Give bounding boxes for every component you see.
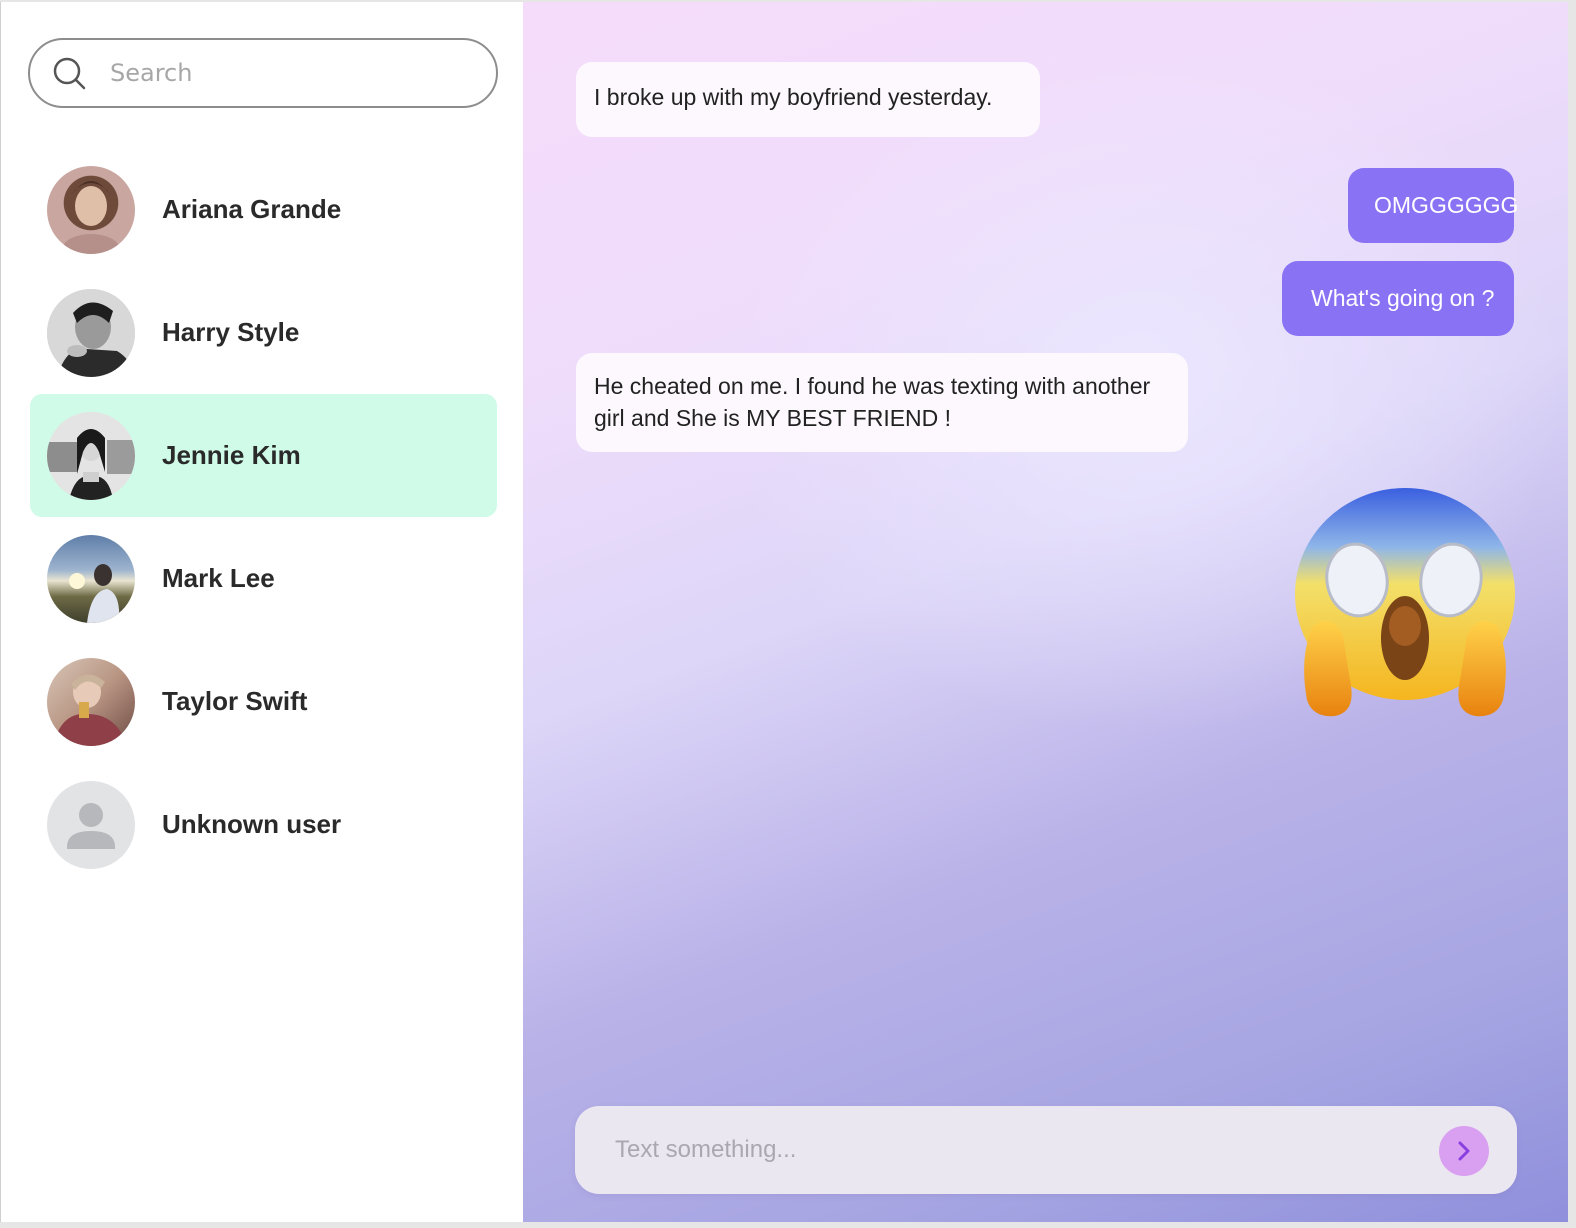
- avatar: [47, 411, 135, 500]
- send-button[interactable]: [1439, 1126, 1489, 1176]
- contact-item-unknown-user[interactable]: Unknown user: [30, 763, 497, 886]
- avatar: [47, 165, 135, 254]
- incoming-message: He cheated on me. I found he was texting…: [576, 353, 1188, 452]
- contact-name: Unknown user: [162, 809, 342, 839]
- contact-name: Jennie Kim: [162, 440, 301, 470]
- avatar: [47, 534, 135, 623]
- contact-item-taylor-swift[interactable]: Taylor Swift: [30, 640, 497, 763]
- outgoing-message: OMGGGGGG: [1348, 168, 1518, 243]
- avatar: [47, 780, 135, 869]
- search-bar: [28, 38, 498, 108]
- contact-name: Harry Style: [162, 317, 300, 347]
- contact-name: Ariana Grande: [162, 194, 342, 224]
- avatar: [47, 288, 135, 377]
- incoming-message: I broke up with my boyfriend yesterday.: [576, 62, 1040, 137]
- default-user-icon: [67, 802, 115, 849]
- contact-name: Taylor Swift: [162, 686, 308, 716]
- screaming-in-fear-emoji: [1293, 486, 1517, 718]
- outgoing-message: What's going on ?: [1282, 261, 1514, 336]
- contact-item-mark-lee[interactable]: Mark Lee: [30, 517, 497, 640]
- search-input[interactable]: [110, 54, 470, 92]
- message-text: I broke up with my boyfriend yesterday.: [594, 84, 993, 110]
- search-icon: [53, 57, 86, 90]
- chat-app: Ariana Grande Harry Style: [0, 2, 1568, 1222]
- message-composer: [575, 1106, 1517, 1194]
- contact-item-harry-style[interactable]: Harry Style: [30, 271, 497, 394]
- contact-list: Ariana Grande Harry Style Jennie Kim Mar…: [30, 148, 497, 886]
- avatar: [47, 657, 135, 746]
- contact-item-jennie-kim[interactable]: Jennie Kim: [30, 394, 497, 517]
- contact-name: Mark Lee: [162, 563, 275, 593]
- message-text: He cheated on me. I found he was texting…: [594, 373, 1151, 431]
- message-text: What's going on ?: [1311, 285, 1495, 311]
- contacts-sidebar: Ariana Grande Harry Style: [1, 2, 523, 1222]
- contact-item-ariana-grande[interactable]: Ariana Grande: [30, 148, 497, 271]
- message-text: OMGGGGGG: [1374, 192, 1519, 218]
- message-input[interactable]: [615, 1130, 1415, 1170]
- chat-panel: I broke up with my boyfriend yesterday. …: [523, 2, 1568, 1222]
- chevron-right-icon: [1458, 1141, 1470, 1161]
